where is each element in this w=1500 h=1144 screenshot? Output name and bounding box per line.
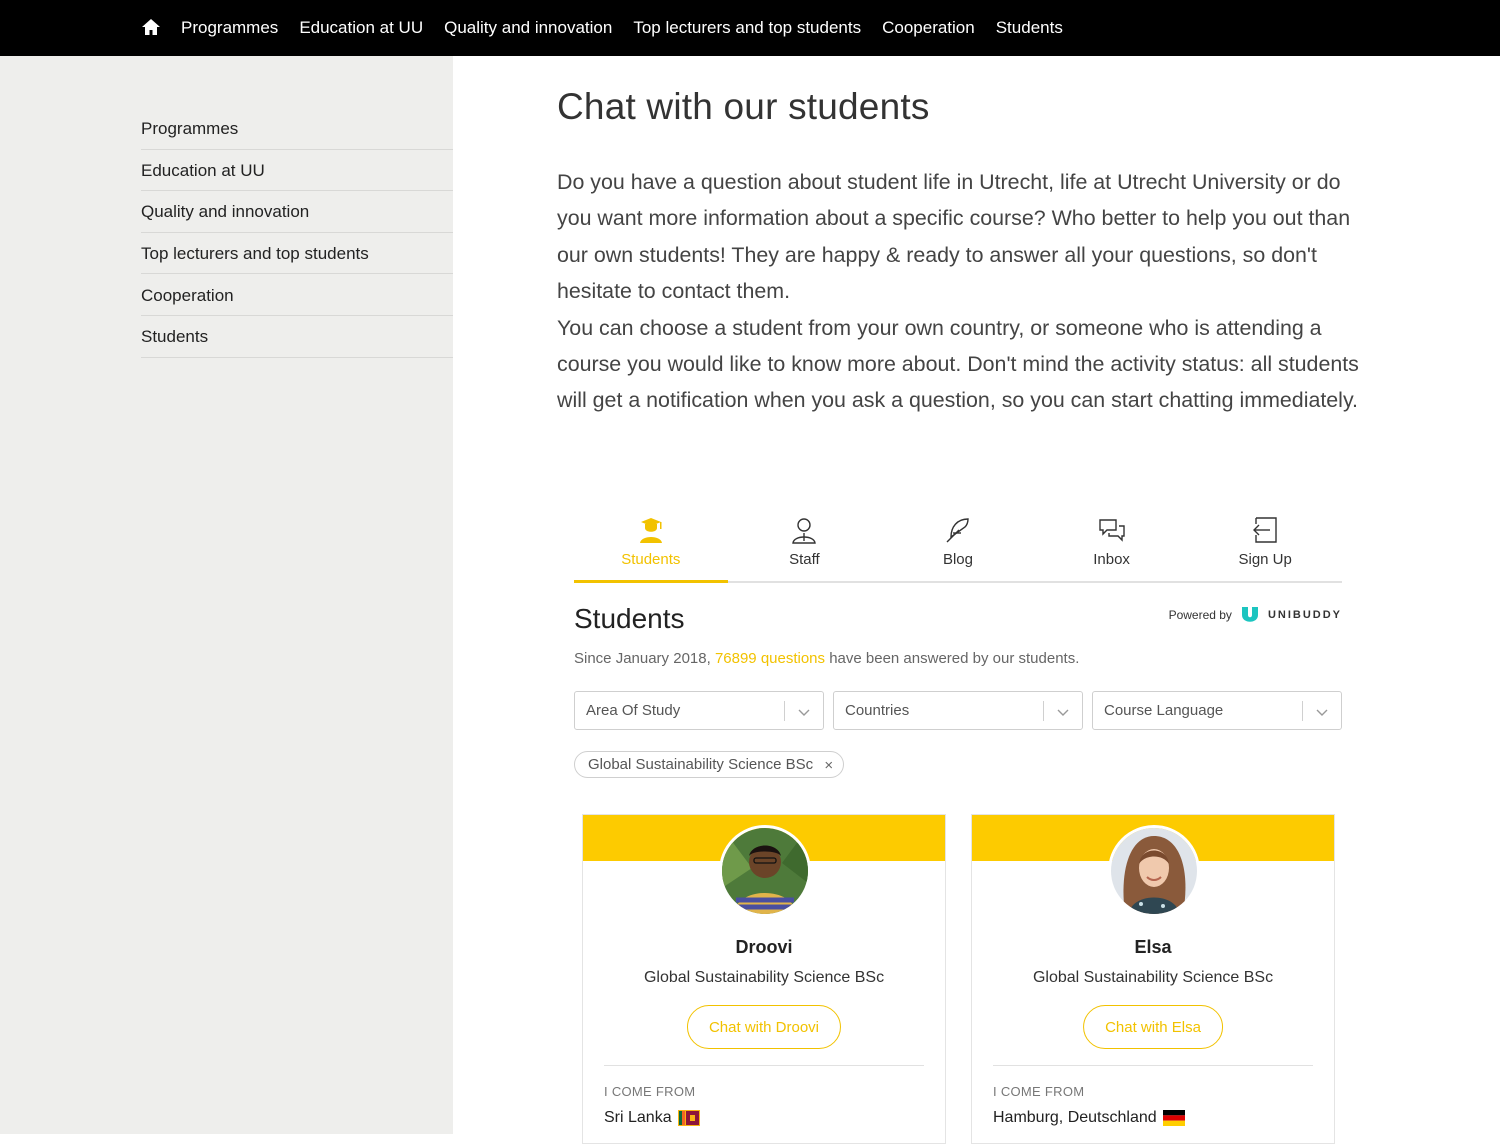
chat-bubbles-icon xyxy=(1098,519,1125,542)
unibuddy-logo-icon xyxy=(1241,607,1258,622)
select-separator xyxy=(1302,701,1303,721)
tab-students[interactable]: Students xyxy=(574,505,728,583)
widget-title: Students xyxy=(574,603,685,634)
countries-select[interactable]: Countries xyxy=(833,691,1083,730)
home-icon[interactable] xyxy=(141,17,161,37)
nav-quality-and-innovation[interactable]: Quality and innovation xyxy=(444,18,612,38)
sidebar-item-quality-and-innovation[interactable]: Quality and innovation xyxy=(141,191,453,233)
select-separator xyxy=(784,701,785,721)
tab-blog-label: Blog xyxy=(942,551,973,568)
staff-icon xyxy=(792,518,817,544)
filter-chip-label: Global Sustainability Science BSc xyxy=(588,756,814,773)
germany-flag-icon xyxy=(1162,1110,1185,1126)
avatar[interactable] xyxy=(1108,825,1200,917)
nav-students[interactable]: Students xyxy=(996,18,1063,38)
sidebar-item-top-lecturers[interactable]: Top lecturers and top students xyxy=(141,233,453,275)
chevron-down-icon xyxy=(1057,709,1069,716)
tab-blog[interactable]: Blog xyxy=(881,505,1035,581)
course-language-placeholder: Course Language xyxy=(1104,702,1224,719)
chevron-down-icon xyxy=(1316,709,1328,716)
student-card: Droovi Global Sustainability Science BSc… xyxy=(582,814,946,1144)
tab-inbox-label: Inbox xyxy=(1093,551,1130,568)
top-navigation: Programmes Education at UU Quality and i… xyxy=(0,0,1500,56)
top-nav-links: Programmes Education at UU Quality and i… xyxy=(181,0,1063,56)
chat-button[interactable]: Chat with Droovi xyxy=(686,1005,842,1049)
sign-in-icon xyxy=(1253,517,1277,543)
filter-bar: Area Of Study Countries Course Language xyxy=(574,691,1342,730)
sidebar-item-students[interactable]: Students xyxy=(141,316,453,358)
course-language-select[interactable]: Course Language xyxy=(1092,691,1342,730)
intro-paragraph: Do you have a question about student lif… xyxy=(557,170,1351,304)
countries-placeholder: Countries xyxy=(845,702,910,719)
chevron-down-icon xyxy=(798,709,810,716)
unibuddy-widget: Students Staff Blog Inbox Sign Up Studen… xyxy=(574,505,1342,1144)
page-title: Chat with our students xyxy=(557,86,930,127)
tab-inbox[interactable]: Inbox xyxy=(1035,505,1189,581)
sidebar-item-programmes[interactable]: Programmes xyxy=(141,108,453,150)
sidebar-menu: Programmes Education at UU Quality and i… xyxy=(141,108,453,358)
origin-text: Sri Lanka xyxy=(604,1109,672,1126)
student-origin: Hamburg, Deutschland xyxy=(993,1109,1185,1127)
sri-lanka-flag-icon xyxy=(677,1110,700,1126)
tab-sign-up[interactable]: Sign Up xyxy=(1188,505,1342,581)
from-label: I COME FROM xyxy=(993,1084,1085,1099)
area-of-study-select[interactable]: Area Of Study xyxy=(574,691,824,730)
student-name: Elsa xyxy=(1134,937,1172,957)
student-origin: Sri Lanka xyxy=(604,1109,700,1127)
intro-paragraph: You can choose a student from your own c… xyxy=(557,315,1359,413)
student-card: Elsa Global Sustainability Science BSc C… xyxy=(971,814,1335,1144)
chat-button[interactable]: Chat with Elsa xyxy=(1083,1005,1223,1049)
avatar[interactable] xyxy=(719,825,811,917)
tab-staff-label: Staff xyxy=(789,551,820,568)
area-of-study-placeholder: Area Of Study xyxy=(586,702,681,719)
nav-cooperation[interactable]: Cooperation xyxy=(882,18,975,38)
nav-education-at-uu[interactable]: Education at UU xyxy=(299,18,423,38)
from-label: I COME FROM xyxy=(604,1084,696,1099)
feather-icon xyxy=(946,518,969,543)
intro-text: Do you have a question about student lif… xyxy=(557,164,1367,419)
since-prefix: Since January 2018, xyxy=(574,650,711,667)
filter-chip: Global Sustainability Science BSc × xyxy=(574,751,845,778)
unibuddy-brand: UNIBUDDY xyxy=(1267,609,1342,621)
nav-top-lecturers[interactable]: Top lecturers and top students xyxy=(633,18,861,38)
powered-by-label: Powered by xyxy=(1168,608,1232,622)
student-programme: Global Sustainability Science BSc xyxy=(643,969,885,986)
questions-count: 76899 questions xyxy=(714,650,826,667)
sidebar-item-education-at-uu[interactable]: Education at UU xyxy=(141,150,453,192)
nav-programmes[interactable]: Programmes xyxy=(181,18,278,38)
card-divider xyxy=(604,1065,924,1066)
tab-sign-up-label: Sign Up xyxy=(1238,551,1292,568)
select-separator xyxy=(1043,701,1044,721)
student-name: Droovi xyxy=(735,937,793,957)
graduate-icon xyxy=(639,518,662,543)
answered-summary: Since January 2018, 76899 questions have… xyxy=(574,650,1079,667)
since-suffix: have been answered by our students. xyxy=(829,650,1080,667)
sidebar: Programmes Education at UU Quality and i… xyxy=(0,56,453,1134)
origin-text: Hamburg, Deutschland xyxy=(993,1109,1157,1126)
tab-students-label: Students xyxy=(621,551,681,568)
sidebar-item-cooperation[interactable]: Cooperation xyxy=(141,274,453,316)
close-icon[interactable]: × xyxy=(824,757,833,774)
tab-staff[interactable]: Staff xyxy=(728,505,882,581)
widget-tabs: Students Staff Blog Inbox Sign Up xyxy=(574,505,1342,583)
powered-by[interactable]: Powered by UNIBUDDY xyxy=(1169,605,1342,625)
card-divider xyxy=(993,1065,1313,1066)
student-programme: Global Sustainability Science BSc xyxy=(1032,969,1274,986)
